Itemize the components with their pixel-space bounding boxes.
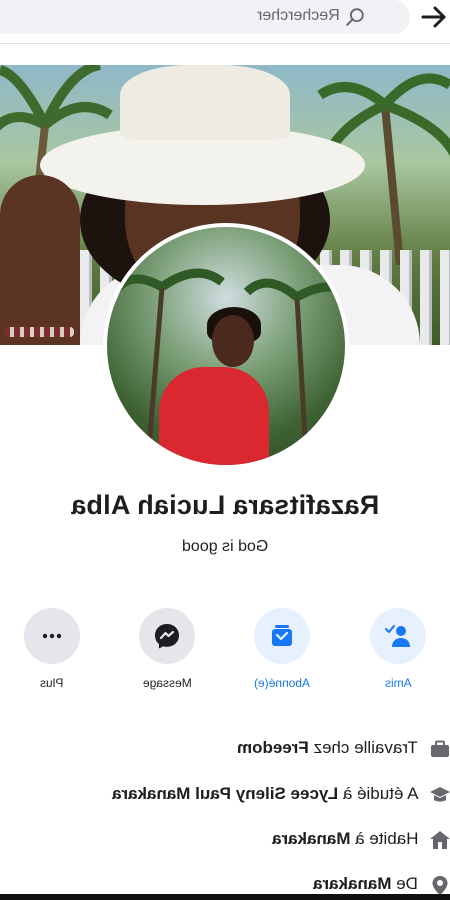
avatar-person-shirt [159, 367, 269, 465]
home-icon [430, 831, 450, 849]
search-input[interactable]: Rechercher [0, 0, 410, 34]
following-icon [272, 625, 292, 646]
message-button[interactable]: Message [127, 608, 207, 690]
info-education: A étudié à Lycee Sileny Paul Manakara [0, 782, 450, 812]
more-label: Plus [40, 676, 64, 690]
cover-person-hat-top [120, 65, 290, 140]
friends-button[interactable]: Amis [358, 608, 438, 690]
more-icon [42, 633, 62, 639]
cover-person-bracelet [4, 327, 74, 337]
add-friend-icon [385, 625, 410, 647]
top-bar: Rechercher [0, 0, 450, 44]
location-pin-icon [432, 876, 448, 895]
profile-actions: Plus Message Abonné(e) Amis [0, 608, 450, 698]
profile-name: Razafitsara Luciah Alba [70, 490, 380, 520]
bottom-edge-bar [0, 894, 450, 900]
following-label: Abonné(e) [253, 676, 311, 690]
friends-label: Amis [384, 676, 412, 690]
message-label: Message [142, 676, 192, 690]
graduation-cap-icon [430, 787, 450, 802]
briefcase-icon [431, 740, 449, 757]
back-arrow-icon[interactable] [420, 4, 448, 30]
more-button[interactable]: Plus [12, 608, 92, 690]
avatar-person-face [212, 315, 254, 367]
search-icon [346, 8, 364, 26]
info-work: Travaille chez Freedom [0, 736, 450, 766]
profile-avatar[interactable] [103, 223, 349, 469]
following-button[interactable]: Abonné(e) [242, 608, 322, 690]
messenger-icon [155, 624, 179, 649]
profile-bio: God is good [181, 538, 269, 555]
search-placeholder: Rechercher [257, 7, 340, 24]
info-lives-in: Habite à Manakara [0, 827, 450, 857]
cover-person-arm [0, 175, 80, 345]
